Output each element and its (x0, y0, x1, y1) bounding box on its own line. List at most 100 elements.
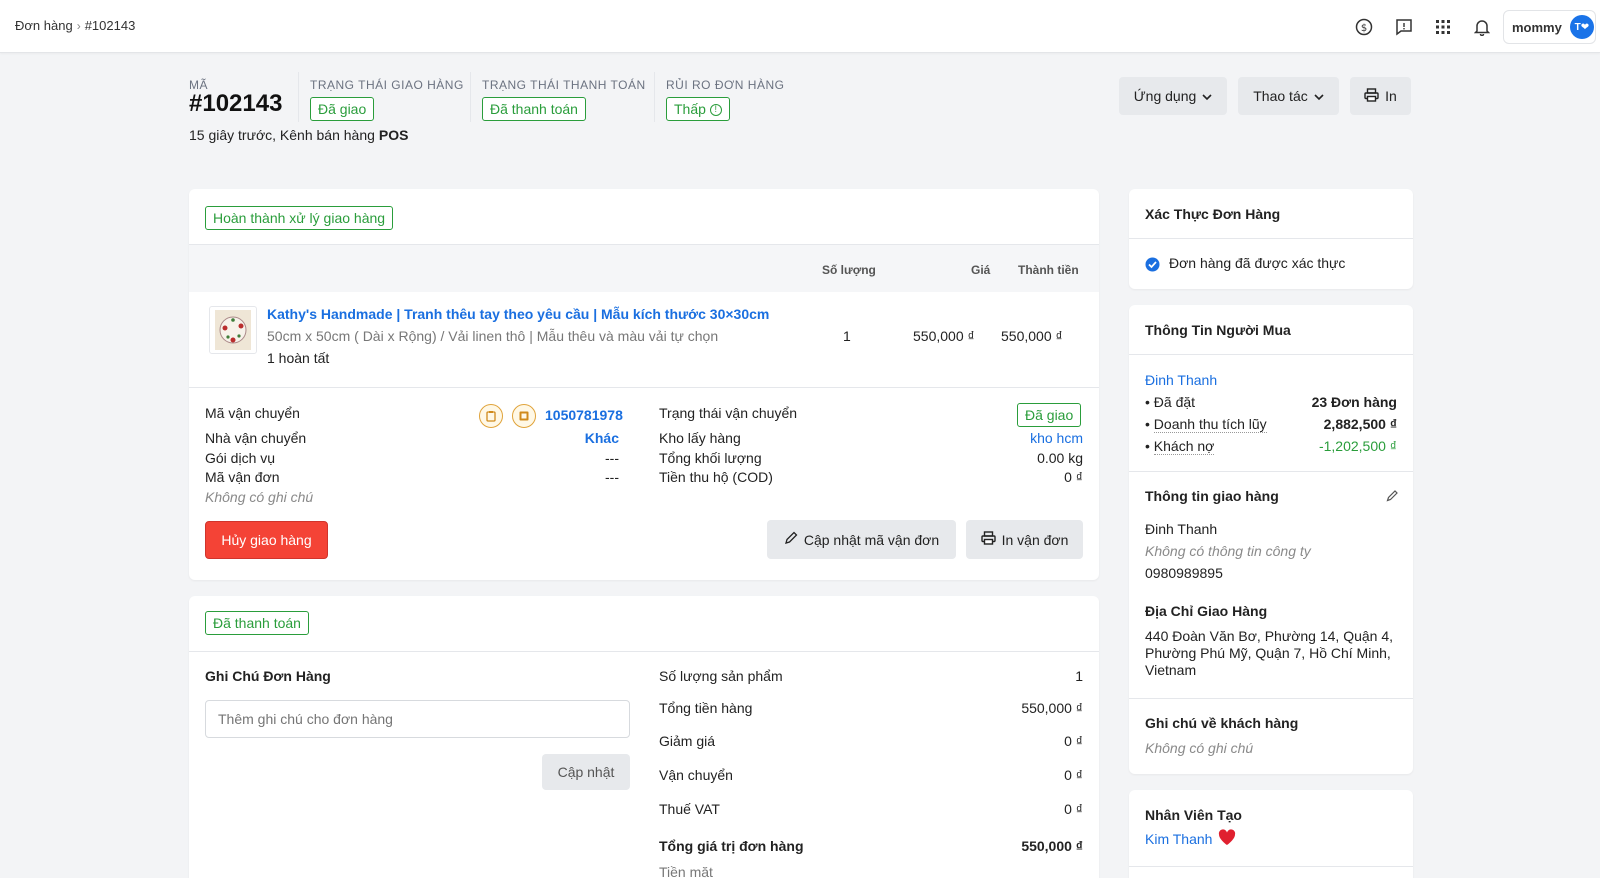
service-label: Gói dịch vụ (205, 450, 276, 466)
chevron-down-icon (1202, 88, 1212, 104)
product-thumbnail[interactable] (209, 306, 257, 354)
waybill-label: Mã vận đơn (205, 469, 280, 485)
customer-note-text: Không có ghi chú (1145, 740, 1254, 756)
risk-badge: Thấp ! (666, 97, 730, 121)
risk-label: RỦI RO ĐƠN HÀNG (666, 78, 785, 92)
buyer-title: Thông Tin Người Mua (1145, 322, 1291, 338)
barcode-icon[interactable] (512, 404, 536, 428)
shipping-company: Không có thông tin công ty (1145, 543, 1311, 559)
ship-status-badge: Đã giao (1017, 403, 1082, 427)
table-header (189, 245, 1099, 292)
divider (470, 72, 471, 122)
order-meta: 15 giây trước, Kênh bán hàng POS (189, 127, 409, 143)
fulfillment-card: Hoàn thành xử lý giao hàng Số lượng Giá … (189, 189, 1099, 580)
revenue-row: • Doanh thu tích lũy (1145, 416, 1267, 433)
svg-text:$: $ (1361, 23, 1367, 34)
tracking-code-label: Mã vận chuyển (205, 405, 300, 421)
debt-row: • Khách nợ (1145, 438, 1215, 455)
divider (1129, 354, 1413, 355)
delivery-status-badge: Đã giao (310, 97, 375, 121)
staff-name-link[interactable]: Kim Thanh (1145, 831, 1212, 847)
feedback-icon[interactable] (1393, 16, 1415, 38)
user-menu[interactable]: mommy T❤ (1503, 10, 1596, 44)
warehouse-label: Kho lấy hàng (659, 430, 741, 446)
user-name: mommy (1512, 19, 1562, 35)
item-total: 550,000 ₫ (1001, 328, 1063, 344)
heart-icon (1218, 829, 1236, 849)
divider (1129, 238, 1413, 239)
print-waybill-label: In vận đơn (1001, 531, 1069, 548)
buyer-name-link[interactable]: Đinh Thanh (1145, 372, 1217, 388)
summary-row-label: Số lượng sản phẩm (659, 668, 783, 684)
chevron-down-icon (1314, 88, 1324, 104)
order-note-input[interactable] (205, 700, 630, 738)
apps-label: Ứng dụng (1133, 88, 1197, 104)
apps-dropdown-button[interactable]: Ứng dụng (1119, 77, 1227, 115)
shipping-name: Đinh Thanh (1145, 521, 1218, 537)
column-header-qty: Số lượng (822, 263, 876, 277)
printer-icon (1364, 87, 1379, 105)
debt-label: Khách nợ (1153, 438, 1215, 455)
copy-icon[interactable] (479, 404, 503, 428)
address-title: Địa Chỉ Giao Hàng (1145, 603, 1268, 619)
orders-value: 23 Đơn hàng (1311, 394, 1397, 410)
operations-label: Thao tác (1253, 88, 1308, 104)
apps-grid-icon[interactable] (1432, 16, 1454, 38)
divider (1129, 698, 1413, 699)
dollar-icon[interactable]: $ (1353, 16, 1375, 38)
avatar: T❤ (1569, 15, 1594, 39)
update-waybill-label: Cập nhật mã vận đơn (803, 531, 940, 548)
carrier-label: Nhà vận chuyển (205, 430, 307, 446)
item-qty: 1 (843, 328, 851, 344)
divider (189, 651, 1099, 652)
revenue-label: Doanh thu tích lũy (1153, 416, 1267, 433)
payment-badge: Đã thanh toán (205, 611, 309, 635)
carrier-link[interactable]: Khác (559, 430, 619, 446)
update-note-button[interactable]: Cập nhật (542, 754, 630, 790)
summary-row-label: Vận chuyển (659, 767, 733, 783)
breadcrumb: Đơn hàng › #102143 (15, 18, 135, 33)
debt-value: -1,202,500 ₫ (1318, 438, 1397, 454)
shipping-note: Không có ghi chú (205, 489, 314, 505)
summary-row-label: Tổng tiền hàng (659, 700, 753, 716)
cash-label: Tiền mặt (659, 864, 713, 878)
breadcrumb-current: #102143 (84, 18, 136, 33)
product-name-link[interactable]: Kathy's Handmade | Tranh thêu tay theo y… (267, 306, 769, 322)
verify-text: Đơn hàng đã được xác thực (1169, 255, 1346, 271)
summary-row-label: Giảm giá (659, 733, 716, 749)
operations-dropdown-button[interactable]: Thao tác (1238, 77, 1339, 115)
staff-card: Nhân Viên Tạo Kim Thanh (1129, 790, 1413, 878)
bell-icon[interactable] (1471, 16, 1493, 38)
waybill-value: --- (605, 469, 619, 485)
ship-status-label: Trạng thái vận chuyển (659, 405, 798, 421)
shipping-phone: 0980989895 (1145, 565, 1223, 581)
revenue-value: 2,882,500 ₫ (1323, 416, 1397, 432)
summary-row-value: 0 ₫ (1064, 733, 1083, 749)
cod-value: 0 ₫ (1064, 469, 1083, 485)
cancel-shipping-button[interactable]: Hủy giao hàng (205, 521, 328, 559)
warehouse-link[interactable]: kho hcm (979, 430, 1083, 446)
edit-pencil-icon[interactable] (1386, 489, 1399, 505)
channel-name: POS (378, 127, 409, 143)
info-icon[interactable]: ! (709, 104, 722, 117)
orders-label: • Đã đặt (1145, 394, 1196, 410)
payment-card: Đã thanh toán Ghi Chú Đơn Hàng Cập nhật … (189, 596, 1099, 878)
verify-title: Xác Thực Đơn Hàng (1145, 206, 1281, 222)
check-circle-icon (1145, 257, 1160, 275)
staff-title: Nhân Viên Tạo (1145, 807, 1242, 823)
grand-total-value: 550,000 ₫ (1021, 838, 1083, 854)
buyer-card: Thông Tin Người Mua Đinh Thanh • Đã đặt … (1129, 305, 1413, 774)
weight-label: Tổng khối lượng (659, 450, 762, 466)
shipping-address: 440 Đoàn Văn Bơ, Phường 14, Quận 4, Phườ… (1145, 628, 1394, 678)
print-waybill-button[interactable]: In vận đơn (966, 520, 1083, 559)
update-waybill-button[interactable]: Cập nhật mã vận đơn (767, 520, 956, 559)
print-label: In (1385, 88, 1397, 104)
print-button[interactable]: In (1350, 77, 1411, 115)
weight-value: 0.00 kg (1037, 450, 1083, 466)
summary-row-label: Thuế VAT (659, 801, 720, 817)
column-header-total: Thành tiền (1018, 263, 1079, 277)
order-note-title: Ghi Chú Đơn Hàng (205, 668, 331, 684)
breadcrumb-parent-link[interactable]: Đơn hàng (15, 18, 73, 33)
tracking-code-link[interactable]: 1050781978 (545, 407, 623, 423)
summary-row-value: 550,000 ₫ (1021, 700, 1083, 716)
